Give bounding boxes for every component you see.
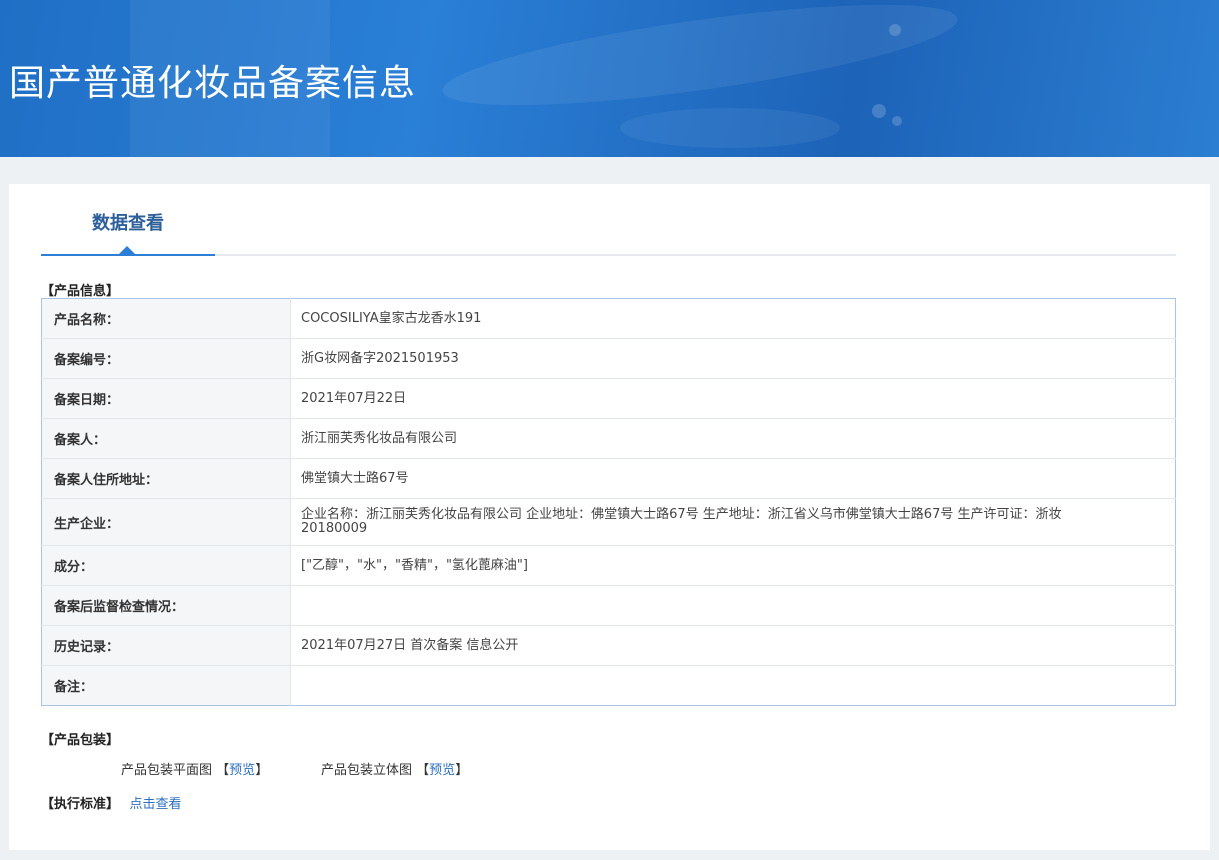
page-title: 国产普通化妆品备案信息 <box>9 63 417 104</box>
row-label: 备案人： <box>41 418 291 459</box>
row-label: 备案编号： <box>41 338 291 379</box>
row-label: 产品名称： <box>41 298 291 339</box>
row-label: 备案人住所地址： <box>41 458 291 499</box>
section-product-info: 【产品信息】 <box>41 284 120 299</box>
table-row: 产品名称： COCOSILIYA皇家古龙香水191 <box>41 298 1176 339</box>
header-banner: 国产普通化妆品备案信息 <box>0 0 1219 157</box>
packaging-stereo-label: 产品包装立体图 <box>321 763 413 778</box>
table-row: 历史记录： 2021年07月27日 首次备案 信息公开 <box>41 625 1176 666</box>
banner-decor-dot <box>872 104 886 118</box>
row-label: 历史记录： <box>41 625 291 666</box>
tab-bar: 数据查看 <box>41 184 1176 256</box>
section-standard-label: 【执行标准】 <box>41 797 120 812</box>
row-value: 浙G妆网备字2021501953 <box>290 338 1176 379</box>
table-row: 生产企业： 企业名称：浙江丽芙秀化妆品有限公司 企业地址：佛堂镇大士路67号 生产… <box>41 498 1176 546</box>
row-value: 2021年07月27日 首次备案 信息公开 <box>290 625 1176 666</box>
table-row: 备案后监督检查情况： <box>41 585 1176 626</box>
table-row: 备案人住所地址： 佛堂镇大士路67号 <box>41 458 1176 499</box>
row-label: 备案日期： <box>41 378 291 419</box>
row-label: 备案后监督检查情况： <box>41 585 291 626</box>
row-value <box>290 665 1176 706</box>
product-info-table: 产品名称： COCOSILIYA皇家古龙香水191 备案编号： 浙G妆网备字2021… <box>41 298 1176 706</box>
tab-label: 数据查看 <box>92 213 164 234</box>
standard-view-link[interactable]: 点击查看 <box>130 797 182 812</box>
section-packaging: 【产品包装】 <box>41 733 120 748</box>
table-row: 成分： ["乙醇"，"水"，"香精"，"氢化蓖麻油"] <box>41 545 1176 586</box>
row-value: 浙江丽芙秀化妆品有限公司 <box>290 418 1176 459</box>
row-label: 备注： <box>41 665 291 706</box>
table-row: 备案日期： 2021年07月22日 <box>41 378 1176 419</box>
table-row: 备注： <box>41 665 1176 706</box>
row-value: 企业名称：浙江丽芙秀化妆品有限公司 企业地址：佛堂镇大士路67号 生产地址：浙江… <box>290 498 1176 546</box>
row-value <box>290 585 1176 626</box>
packaging-stereo: 产品包装立体图 【预览】 <box>321 763 469 778</box>
row-value: 佛堂镇大士路67号 <box>290 458 1176 499</box>
tab-caret-icon <box>119 246 135 254</box>
table-row: 备案编号： 浙G妆网备字2021501953 <box>41 338 1176 379</box>
banner-decor-dot <box>892 116 902 126</box>
tab-data-view[interactable]: 数据查看 <box>41 184 215 256</box>
table-row: 备案人： 浙江丽芙秀化妆品有限公司 <box>41 418 1176 459</box>
row-label: 成分： <box>41 545 291 586</box>
row-value: COCOSILIYA皇家古龙香水191 <box>301 310 482 326</box>
banner-decor-dot <box>889 24 901 36</box>
content-card: 数据查看 【产品信息】 产品名称： COCOSILIYA皇家古龙香水191 备案编… <box>9 184 1210 850</box>
packaging-flat-preview-link[interactable]: 预览 <box>229 763 255 778</box>
banner-decor <box>620 108 840 148</box>
row-value: ["乙醇"，"水"，"香精"，"氢化蓖麻油"] <box>290 545 1176 586</box>
packaging-stereo-preview-link[interactable]: 预览 <box>429 763 455 778</box>
row-value: 2021年07月22日 <box>290 378 1176 419</box>
row-label: 生产企业： <box>41 498 291 546</box>
packaging-flat: 产品包装平面图 【预览】 <box>121 763 269 778</box>
section-standard: 【执行标准】 点击查看 <box>41 793 182 812</box>
packaging-flat-label: 产品包装平面图 <box>121 763 213 778</box>
